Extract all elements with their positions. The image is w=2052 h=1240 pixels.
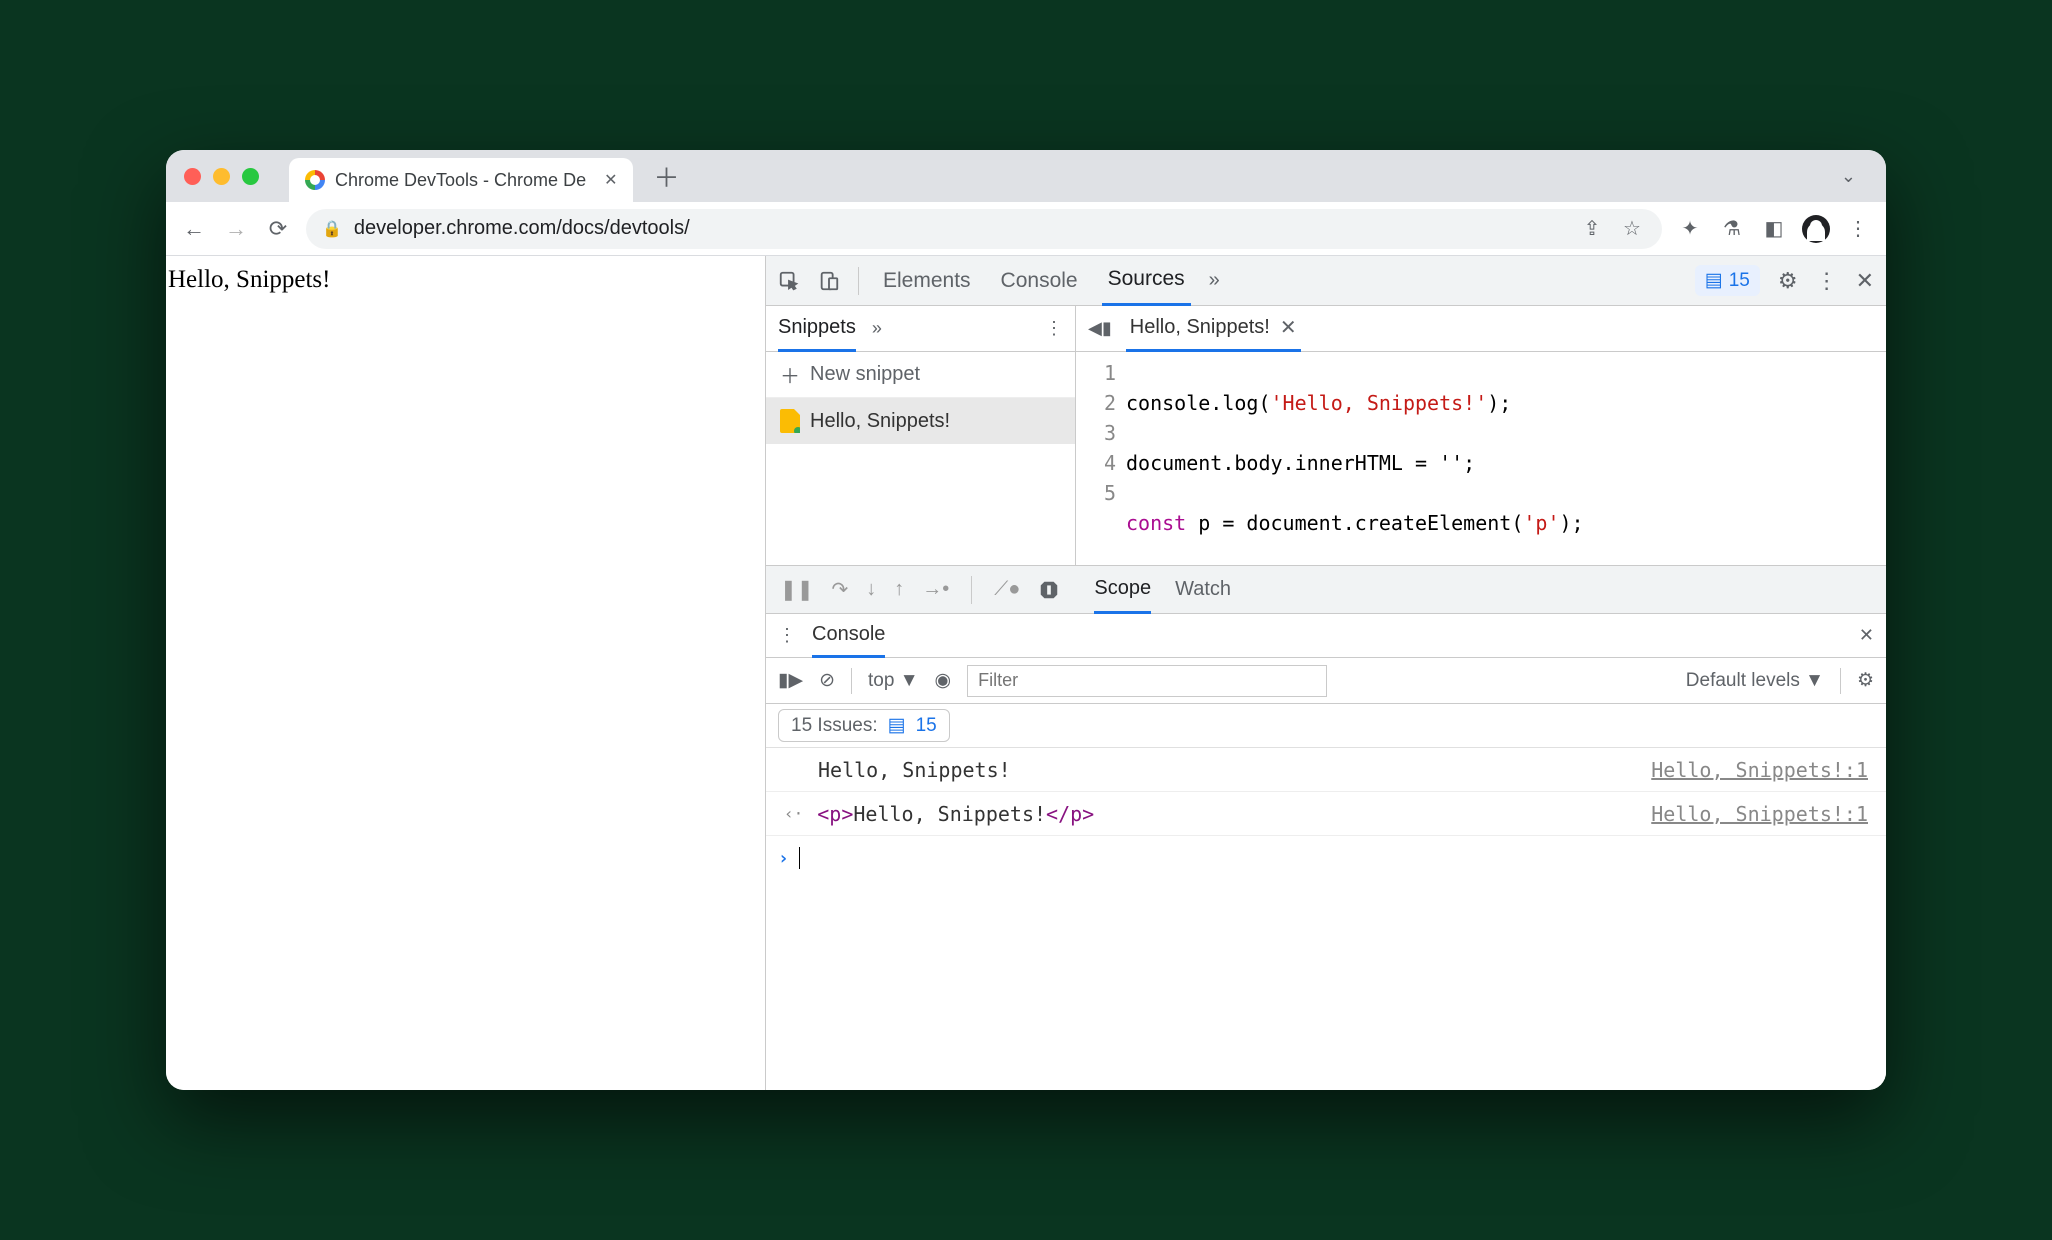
- tab-search-button[interactable]: ⌄: [1829, 166, 1868, 187]
- plus-icon: ＋: [780, 360, 800, 389]
- message-source-link[interactable]: Hello, Snippets!:1: [1651, 802, 1868, 826]
- tab-title: Chrome DevTools - Chrome De: [335, 170, 586, 191]
- step-icon[interactable]: →•: [922, 578, 949, 601]
- console-prompt[interactable]: ›: [766, 836, 1886, 880]
- profile-avatar[interactable]: [1802, 215, 1830, 243]
- navigator-pane: Snippets » ⋮ ＋ New snippet Hello, Snippe…: [766, 306, 1076, 565]
- message-source-link[interactable]: Hello, Snippets!:1: [1651, 758, 1868, 782]
- close-file-icon[interactable]: ✕: [1280, 315, 1297, 340]
- message-text: Hello, Snippets!: [818, 758, 1011, 782]
- forward-button[interactable]: →: [222, 216, 250, 242]
- drawer-console-tab[interactable]: Console: [812, 614, 885, 658]
- show-navigator-icon[interactable]: ◀▮: [1088, 318, 1112, 339]
- snippets-tab[interactable]: Snippets: [778, 306, 856, 352]
- drawer-tab-bar: ⋮ Console ✕: [766, 614, 1886, 658]
- step-over-icon[interactable]: ↷: [832, 577, 849, 602]
- window-controls: [184, 168, 259, 185]
- new-snippet-button[interactable]: ＋ New snippet: [766, 352, 1075, 398]
- bookmark-icon[interactable]: ☆: [1618, 216, 1646, 241]
- debug-sidebar-tabs: Scope Watch: [1094, 566, 1231, 614]
- editor-tab-bar: ◀▮ Hello, Snippets! ✕: [1076, 306, 1886, 352]
- address-bar[interactable]: 🔒 developer.chrome.com/docs/devtools/ ⇪ …: [306, 209, 1662, 249]
- page-viewport: Hello, Snippets!: [166, 256, 766, 1090]
- pause-icon[interactable]: ❚❚: [780, 577, 814, 602]
- live-expression-icon[interactable]: ◉: [935, 669, 952, 692]
- log-levels-selector[interactable]: Default levels ▼: [1686, 670, 1824, 692]
- snippet-item[interactable]: Hello, Snippets!: [766, 398, 1075, 444]
- console-toolbar: ▮▶ ⊘ top ▼ ◉ Default levels ▼ ⚙: [766, 658, 1886, 704]
- close-window-button[interactable]: [184, 168, 201, 185]
- watch-tab[interactable]: Watch: [1175, 566, 1231, 614]
- deactivate-breakpoints-icon[interactable]: ⟋●: [994, 578, 1020, 601]
- snippet-name: Hello, Snippets!: [810, 410, 950, 433]
- lock-icon: 🔒: [322, 219, 342, 239]
- back-button[interactable]: ←: [180, 216, 208, 242]
- open-file-tab[interactable]: Hello, Snippets! ✕: [1126, 306, 1301, 352]
- tab-elements[interactable]: Elements: [877, 256, 977, 306]
- issues-row: 15 Issues: ▤ 15: [766, 704, 1886, 748]
- more-tabs-icon[interactable]: »: [1209, 269, 1220, 292]
- chat-icon: ▤: [1705, 269, 1723, 292]
- content-area: Hello, Snippets! Elements Console Source…: [166, 256, 1886, 1090]
- chrome-favicon-icon: [305, 170, 325, 190]
- console-settings-icon[interactable]: ⚙: [1857, 669, 1874, 692]
- minimize-window-button[interactable]: [213, 168, 230, 185]
- settings-gear-icon[interactable]: ⚙: [1778, 268, 1798, 294]
- issues-chip[interactable]: 15 Issues: ▤ 15: [778, 709, 950, 742]
- url-text: developer.chrome.com/docs/devtools/: [354, 217, 1566, 240]
- devtools-menu-icon[interactable]: ⋮: [1816, 268, 1838, 294]
- page-body-text: Hello, Snippets!: [168, 266, 331, 293]
- devtools-tab-bar: Elements Console Sources » ▤ 15 ⚙ ⋮ ✕: [766, 256, 1886, 306]
- text-cursor: [799, 847, 800, 869]
- chrome-menu-button[interactable]: ⋮: [1844, 216, 1872, 241]
- close-devtools-icon[interactable]: ✕: [1856, 268, 1874, 294]
- new-tab-button[interactable]: ＋: [653, 158, 679, 195]
- debug-controls: ❚❚ ↷ ↓ ↑ →• ⟋●: [766, 576, 1074, 604]
- scope-tab[interactable]: Scope: [1094, 566, 1151, 614]
- device-toggle-icon[interactable]: [818, 270, 840, 292]
- tab-console[interactable]: Console: [995, 256, 1084, 306]
- chat-icon: ▤: [888, 714, 906, 737]
- side-panel-icon[interactable]: ◧: [1760, 216, 1788, 241]
- expand-icon[interactable]: ‹·: [784, 804, 803, 823]
- console-message: Hello, Snippets! Hello, Snippets!:1: [766, 748, 1886, 792]
- tab-sources[interactable]: Sources: [1102, 256, 1191, 306]
- console-message: ‹· <p>Hello, Snippets!</p> Hello, Snippe…: [766, 792, 1886, 836]
- browser-window: Chrome DevTools - Chrome De ✕ ＋ ⌄ ← → ⟳ …: [166, 150, 1886, 1090]
- clear-console-icon[interactable]: ⊘: [819, 669, 835, 692]
- close-drawer-icon[interactable]: ✕: [1859, 625, 1874, 646]
- share-icon[interactable]: ⇪: [1578, 216, 1606, 241]
- browser-toolbar: ← → ⟳ 🔒 developer.chrome.com/docs/devtoo…: [166, 202, 1886, 256]
- devtools-panel: Elements Console Sources » ▤ 15 ⚙ ⋮ ✕ Sn…: [766, 256, 1886, 1090]
- labs-icon[interactable]: ⚗: [1718, 216, 1746, 241]
- editor-pane: ◀▮ Hello, Snippets! ✕ 1 2 3 4 5: [1076, 306, 1886, 565]
- nav-more-tabs-icon[interactable]: »: [872, 318, 882, 339]
- debugger-bar: ❚❚ ↷ ↓ ↑ →• ⟋● Scope Watch: [766, 566, 1886, 614]
- maximize-window-button[interactable]: [242, 168, 259, 185]
- console-sidebar-toggle-icon[interactable]: ▮▶: [778, 669, 803, 692]
- step-into-icon[interactable]: ↓: [866, 578, 876, 601]
- prompt-icon: ›: [778, 848, 789, 869]
- context-selector[interactable]: top ▼: [868, 670, 919, 692]
- close-tab-button[interactable]: ✕: [604, 170, 617, 190]
- nav-menu-icon[interactable]: ⋮: [1045, 318, 1063, 339]
- drawer-menu-icon[interactable]: ⋮: [778, 625, 796, 646]
- console-filter-input[interactable]: [967, 665, 1327, 697]
- extensions-icon[interactable]: ✦: [1676, 216, 1704, 241]
- navigator-tabs: Snippets » ⋮: [766, 306, 1075, 352]
- snippet-file-icon: [780, 409, 800, 433]
- step-out-icon[interactable]: ↑: [894, 578, 904, 601]
- reload-button[interactable]: ⟳: [264, 216, 292, 242]
- sources-panel: Snippets » ⋮ ＋ New snippet Hello, Snippe…: [766, 306, 1886, 566]
- browser-tab[interactable]: Chrome DevTools - Chrome De ✕: [289, 158, 633, 202]
- tab-strip: Chrome DevTools - Chrome De ✕ ＋ ⌄: [166, 150, 1886, 202]
- pause-exceptions-icon[interactable]: [1038, 579, 1060, 601]
- issues-badge[interactable]: ▤ 15: [1695, 265, 1760, 296]
- inspect-icon[interactable]: [778, 270, 800, 292]
- console-drawer: ⋮ Console ✕ ▮▶ ⊘ top ▼ ◉ Default levels …: [766, 614, 1886, 1090]
